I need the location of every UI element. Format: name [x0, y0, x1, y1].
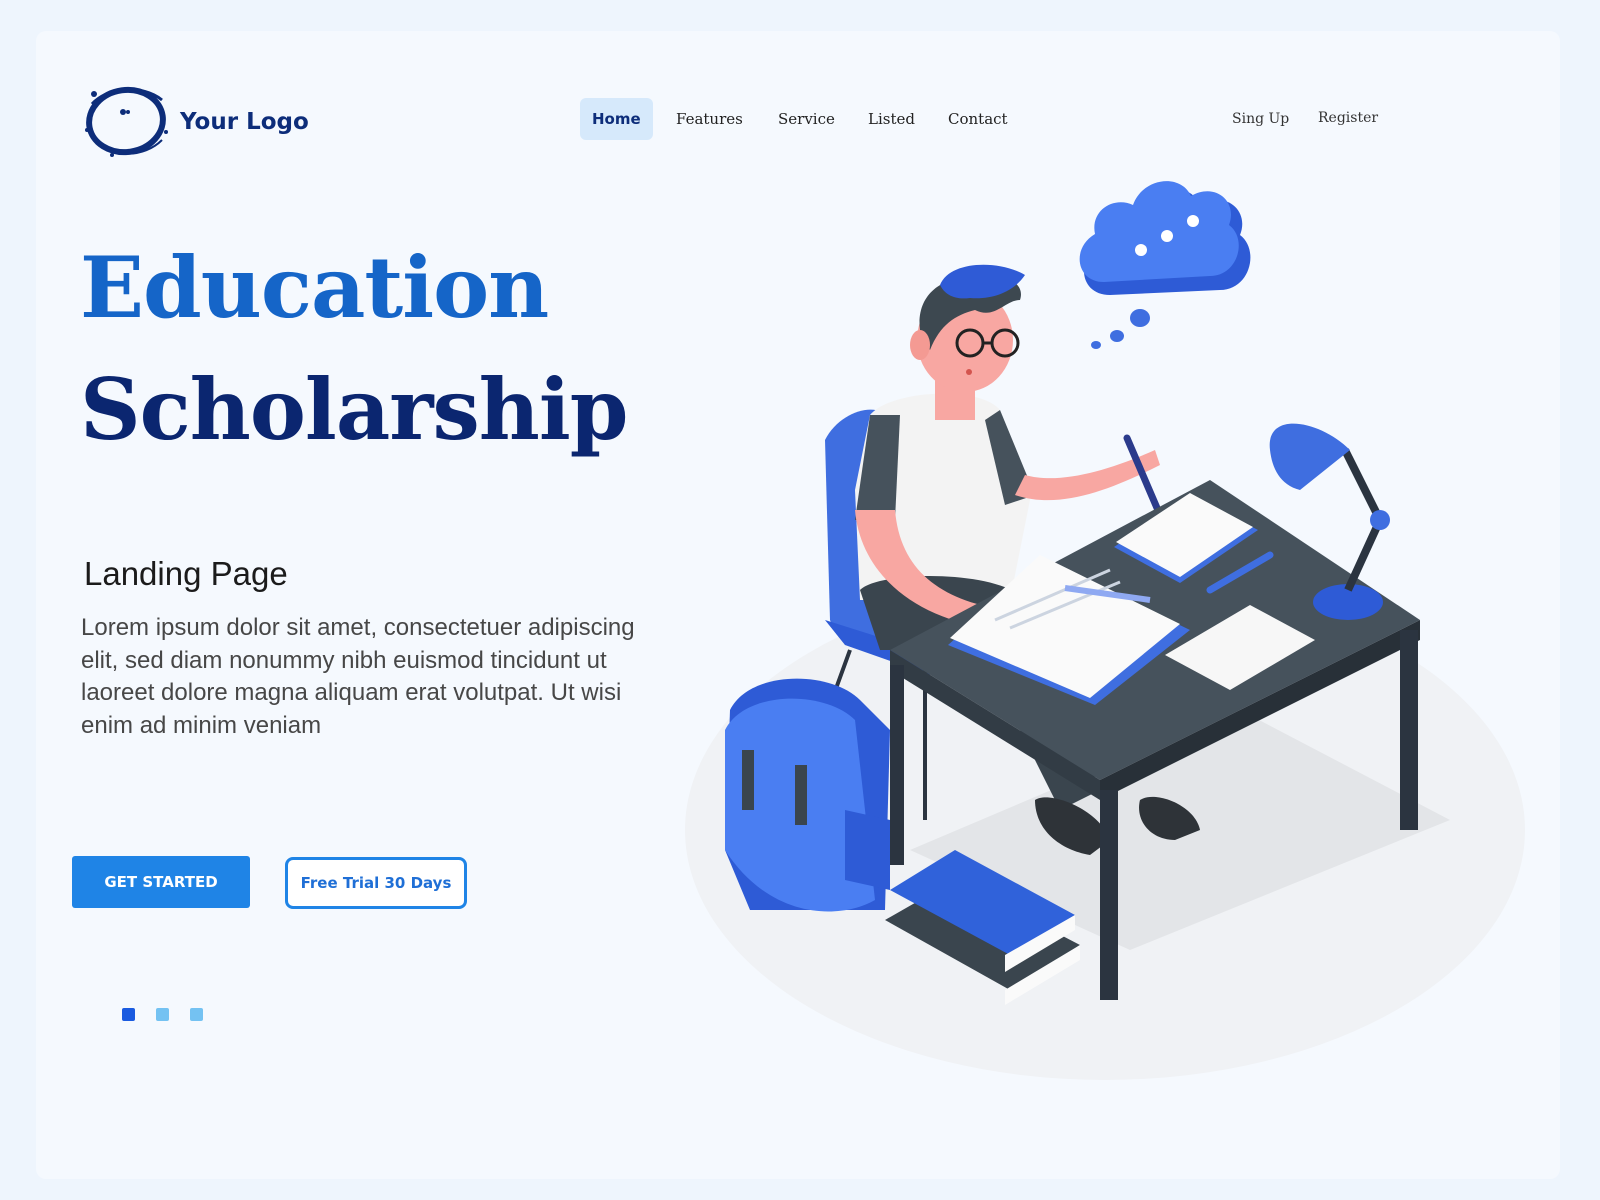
- pager-dot[interactable]: [190, 1008, 203, 1021]
- free-trial-button[interactable]: Free Trial 30 Days: [285, 857, 467, 909]
- register-link[interactable]: Register: [1318, 110, 1378, 126]
- thought-bubble-icon: [1079, 181, 1251, 349]
- pager-dot[interactable]: [122, 1008, 135, 1021]
- hero-title-line2: Scholarship: [80, 360, 629, 459]
- carousel-pager: [122, 1008, 203, 1021]
- pager-dot[interactable]: [156, 1008, 169, 1021]
- hero-description: Lorem ipsum dolor sit amet, consectetuer…: [81, 614, 635, 739]
- logo-text: Your Logo: [180, 109, 309, 135]
- nav-item-listed[interactable]: Listed: [868, 98, 915, 140]
- get-started-button[interactable]: GET STARTED: [72, 856, 250, 908]
- hero-title-line1: Education: [80, 238, 549, 337]
- hero-subtitle: Landing Page: [84, 555, 288, 592]
- ink-circle-logo-icon: [85, 86, 168, 157]
- nav-item-service[interactable]: Service: [778, 98, 835, 140]
- nav-item-features[interactable]: Features: [676, 98, 743, 140]
- nav-item-contact[interactable]: Contact: [948, 98, 1008, 140]
- logo[interactable]: Your Logo: [82, 82, 309, 162]
- sign-up-link[interactable]: Sing Up: [1232, 111, 1289, 127]
- nav-item-home[interactable]: Home: [580, 98, 653, 140]
- student-studying-illustration: [685, 181, 1525, 1080]
